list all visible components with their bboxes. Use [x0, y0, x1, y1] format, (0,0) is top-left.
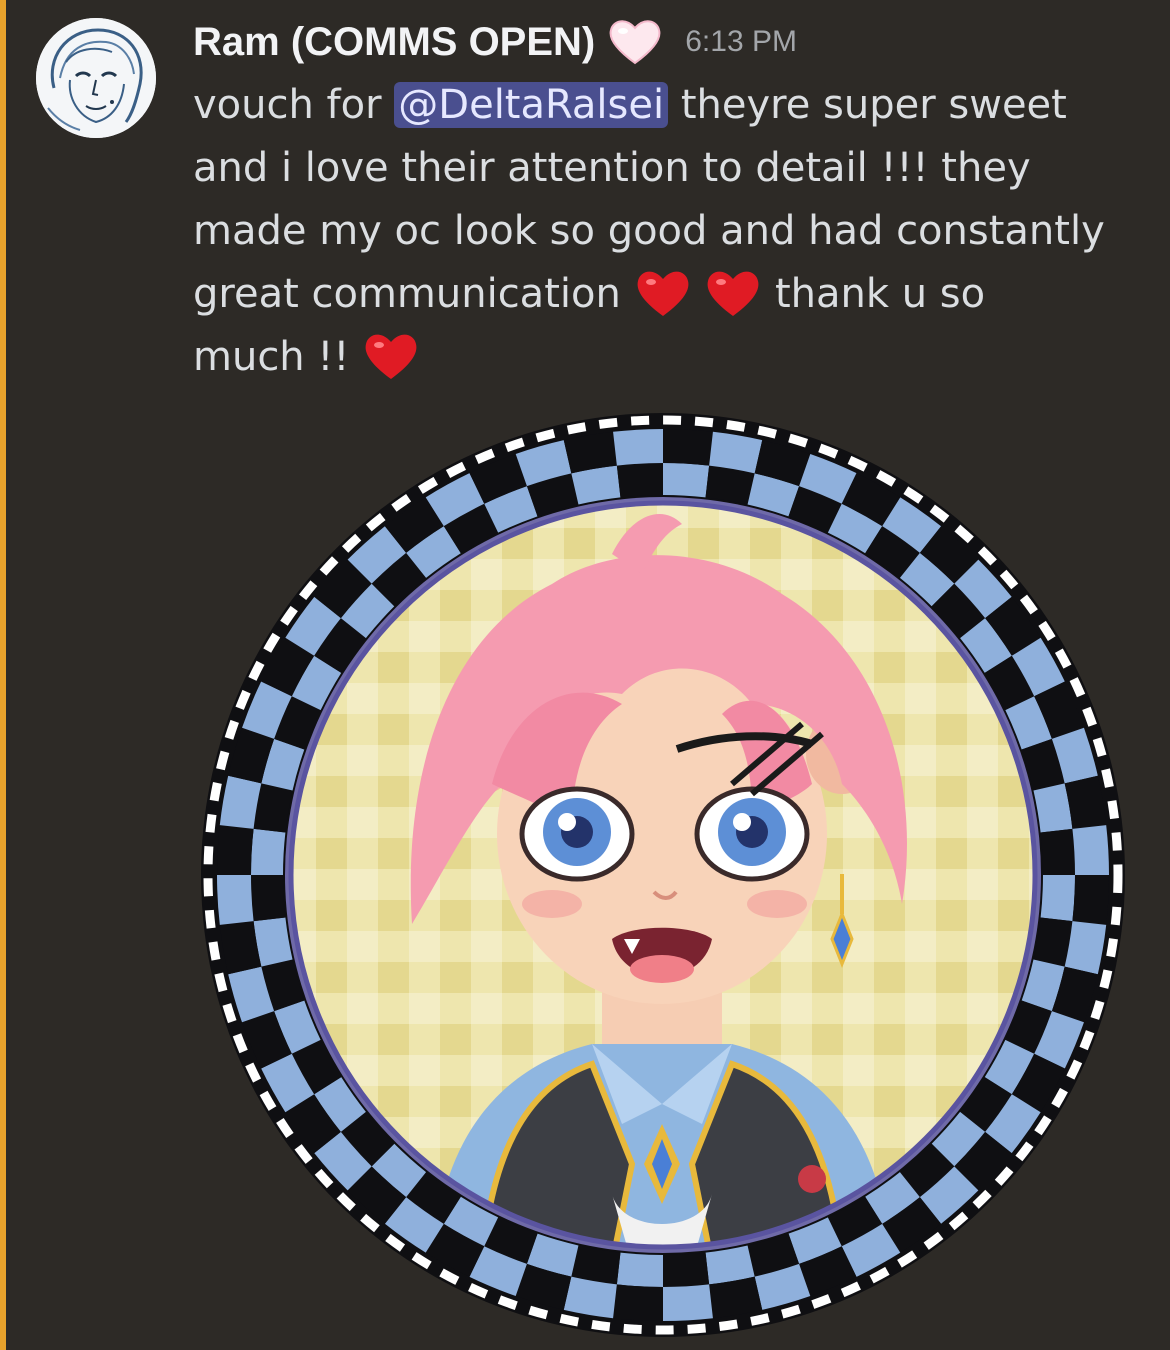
message-text: much !! — [193, 334, 363, 380]
checker-tile — [1072, 825, 1109, 875]
message-line-3: made my oc look so good and had constant… — [193, 208, 1105, 254]
checker-tile — [613, 429, 663, 466]
checker-tile — [217, 825, 254, 875]
checker-tile — [251, 875, 286, 922]
checker-tile — [251, 828, 286, 875]
user-mention[interactable]: @DeltaRalsei — [394, 82, 669, 128]
checker-tile — [663, 429, 713, 466]
message-line-4: great communication thank u so — [193, 263, 1123, 326]
red-heart-icon — [707, 271, 759, 316]
message-highlight-bar — [0, 0, 6, 1350]
author-avatar[interactable] — [36, 18, 156, 138]
white-heart-icon — [609, 20, 661, 65]
message-line-2: and i love their attention to detail !!!… — [193, 145, 1031, 191]
checker-tile — [1040, 828, 1075, 875]
message-header: Ram (COMMS OPEN) 6:13 PM — [193, 14, 797, 70]
checker-tile — [616, 463, 663, 498]
message-content: vouch for @DeltaRalsei theyre super swee… — [193, 74, 1123, 389]
chat-message: Ram (COMMS OPEN) 6:13 PM vouch for @Delt… — [0, 0, 1170, 1350]
checker-tile — [663, 463, 710, 498]
red-heart-icon — [637, 271, 688, 316]
message-text: theyre super sweet — [668, 82, 1067, 128]
author-name[interactable]: Ram (COMMS OPEN) — [193, 20, 595, 65]
message-text: vouch for — [193, 82, 395, 128]
message-timestamp: 6:13 PM — [685, 25, 797, 58]
message-line-1: vouch for @DeltaRalsei theyre super swee… — [193, 74, 1123, 137]
checker-tile — [663, 1284, 713, 1321]
checker-tile — [1072, 875, 1109, 925]
checker-tile — [1040, 875, 1075, 922]
checker-tile — [613, 1284, 663, 1321]
checker-tile — [217, 875, 254, 925]
red-heart-icon — [365, 334, 417, 379]
message-text: thank u so — [762, 271, 986, 317]
checker-tile — [616, 1252, 663, 1287]
image-attachment[interactable] — [192, 404, 1134, 1346]
checker-tile — [663, 1252, 710, 1287]
character-portrait-icon — [201, 413, 1125, 1337]
message-line-5: much !! — [193, 326, 1123, 389]
message-text: great communication — [193, 271, 634, 317]
avatar-sketch-icon — [36, 18, 156, 138]
